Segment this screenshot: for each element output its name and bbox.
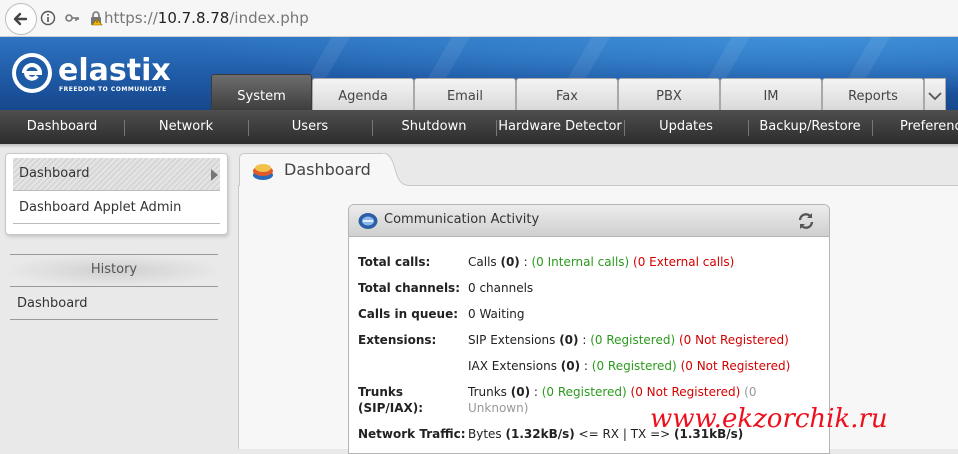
not-registered-count: (0 Not Registered) <box>630 385 741 399</box>
chevron-down-icon <box>928 92 942 101</box>
url-host: 10.7.8.78 <box>157 9 230 27</box>
applet-header: Communication Activity <box>349 205 829 237</box>
trunks-unknown-line2: Unknown) <box>468 401 529 415</box>
subnav-shutdown[interactable]: Shutdown <box>372 110 496 144</box>
rx-rate: (1.32kB/s) <box>505 427 575 441</box>
value-count: (0) <box>560 359 581 373</box>
extensions-label: Extensions: <box>358 333 437 347</box>
sidebar-item-dashboard-applet-admin[interactable]: Dashboard Applet Admin <box>13 193 220 224</box>
tab-label: Agenda <box>338 89 388 104</box>
subnav-preferences[interactable]: Preferences <box>872 110 958 144</box>
total-channels-label: Total channels: <box>358 281 460 295</box>
subnav-users[interactable]: Users <box>248 110 372 144</box>
sidebar-menu: Dashboard Dashboard Applet Admin <box>5 153 228 235</box>
unknown-count: (0 <box>744 385 757 399</box>
sidebar-item-label: Dashboard Applet Admin <box>19 200 182 215</box>
phone-activity-icon <box>358 213 378 229</box>
back-button[interactable] <box>5 3 37 35</box>
tab-label: PBX <box>656 89 682 104</box>
total-calls-value: Calls (0) : (0 Internal calls) (0 Extern… <box>468 255 734 269</box>
tab-pbx[interactable]: PBX <box>618 78 720 110</box>
key-icon[interactable] <box>64 10 80 26</box>
back-arrow-icon <box>13 12 28 26</box>
calls-in-queue-label: Calls in queue: <box>358 307 459 321</box>
value-sep: : <box>580 359 592 373</box>
tab-label: Email <box>446 89 484 104</box>
value-sep: : <box>519 255 532 269</box>
url-path: /index.php <box>229 9 309 27</box>
subnav-backup-restore[interactable]: Backup/Restore <box>748 110 872 144</box>
url-scheme: https:// <box>104 9 158 27</box>
value-text: Trunks <box>468 385 511 399</box>
value-sep: : <box>578 333 591 347</box>
total-channels-value: 0 channels <box>468 281 534 295</box>
trunks-value: Trunks (0) : (0 Registered) (0 Not Regis… <box>468 385 756 399</box>
brand-tagline: FREEDOM TO COMMUNICATE <box>59 86 167 93</box>
total-calls-label: Total calls: <box>358 255 431 269</box>
more-tabs-button[interactable] <box>924 78 946 110</box>
subnav-dashboard[interactable]: Dashboard <box>0 110 124 144</box>
watermark: www.ekzorchik.ru <box>650 404 888 434</box>
value-count: (0) <box>500 255 520 269</box>
value-text: Bytes <box>468 427 506 441</box>
calls-in-queue-value: 0 Waiting <box>468 307 525 321</box>
tab-label: Fax <box>556 89 578 104</box>
subnav-updates[interactable]: Updates <box>624 110 748 144</box>
url-text[interactable]: https://10.7.8.78/index.php <box>104 9 309 27</box>
dashboard-icon <box>253 164 273 180</box>
history-header: History <box>10 255 218 286</box>
arrow-right-icon <box>211 169 218 181</box>
tab-im[interactable]: IM <box>720 78 822 110</box>
not-registered-count: (0 Not Registered) <box>678 333 789 347</box>
brand-name: elastix <box>58 53 171 88</box>
value-count: (0) <box>559 333 579 347</box>
tab-fax[interactable]: Fax <box>516 78 618 110</box>
insecure-lock-icon[interactable] <box>88 10 104 26</box>
browser-url-bar[interactable]: https://10.7.8.78/index.php <box>0 0 958 37</box>
info-icon[interactable] <box>40 10 56 26</box>
network-traffic-label: Network Traffic: <box>358 427 466 441</box>
tab-email[interactable]: Email <box>414 78 516 110</box>
sidebar-item-label: Dashboard <box>19 166 90 181</box>
tab-system[interactable]: System <box>211 74 312 110</box>
tab-agenda[interactable]: Agenda <box>312 78 414 110</box>
tab-label: System <box>237 89 286 104</box>
value-sep: : <box>530 385 542 399</box>
trunks-label-line1: Trunks <box>358 385 403 399</box>
applet-title: Communication Activity <box>384 212 540 227</box>
sip-extensions-value: SIP Extensions (0) : (0 Registered) (0 N… <box>468 333 789 347</box>
registered-count: (0 Registered) <box>590 333 676 347</box>
not-registered-count: (0 Not Registered) <box>680 359 791 373</box>
page-title: Dashboard <box>284 160 371 179</box>
registered-count: (0 Registered) <box>541 385 627 399</box>
value-text: IAX Extensions <box>468 359 561 373</box>
iax-extensions-value: IAX Extensions (0) : (0 Registered) (0 N… <box>468 359 790 373</box>
value-text: SIP Extensions <box>468 333 560 347</box>
subnav-hardware-detector[interactable]: Hardware Detector <box>496 110 624 144</box>
value-text: Calls <box>468 255 501 269</box>
history-item-dashboard[interactable]: Dashboard <box>17 296 88 311</box>
tab-reports[interactable]: Reports <box>822 78 924 110</box>
sub-navigation: Dashboard Network Users Shutdown Hardwar… <box>0 110 958 144</box>
tab-label: IM <box>763 89 779 104</box>
sidebar-item-dashboard[interactable]: Dashboard <box>13 158 220 191</box>
external-calls: (0 External calls) <box>633 255 735 269</box>
value-count: (0) <box>510 385 531 399</box>
registered-count: (0 Registered) <box>591 359 677 373</box>
tab-label: Reports <box>848 89 898 104</box>
trunks-label-line2: (SIP/IAX): <box>358 401 424 415</box>
elastix-logo-icon <box>12 53 52 93</box>
refresh-icon[interactable] <box>797 212 815 230</box>
subnav-network[interactable]: Network <box>124 110 248 144</box>
history-title: History <box>90 262 138 277</box>
internal-calls: (0 Internal calls) <box>531 255 630 269</box>
